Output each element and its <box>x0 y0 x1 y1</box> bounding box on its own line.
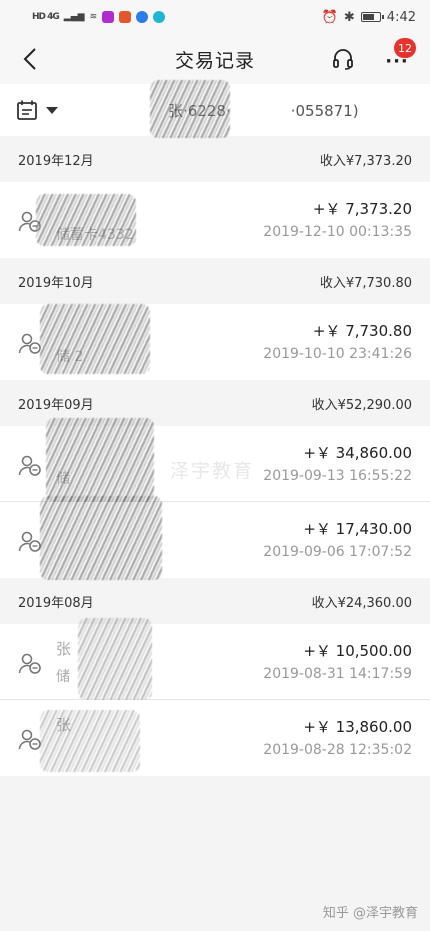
transaction-time: 2019-12-10 00:13:35 <box>263 224 412 240</box>
month-group: 2019年12月 收入¥7,373.20 储蓄卡4332 +￥ 7,373.20… <box>0 136 430 258</box>
month-total: 收入¥7,730.80 <box>319 275 412 291</box>
transaction-time: 2019-09-06 17:07:52 <box>263 544 412 560</box>
person-transfer-icon <box>18 653 41 674</box>
transaction-name: 张 <box>56 640 72 658</box>
transaction-amount: +￥ 13,860.00 <box>303 718 412 736</box>
person-transfer-icon <box>18 455 41 476</box>
month-label: 2019年12月 <box>18 153 94 169</box>
transaction-account: 储 2 <box>56 349 84 365</box>
transaction-amount: +￥ 10,500.00 <box>303 642 412 660</box>
person-transfer-icon <box>18 211 41 232</box>
transaction-row[interactable]: +￥ 17,430.00 2019-09-06 17:07:52 <box>0 496 430 580</box>
chevron-left-icon[interactable] <box>18 46 42 72</box>
page-title: 交易记录 <box>174 49 255 72</box>
transaction-time: 2019-10-10 23:41:26 <box>263 346 412 362</box>
wifi-icon: ≋ <box>89 12 98 22</box>
month-group: 2019年08月 收入¥24,360.00 张 储 +￥ 10,500.00 2… <box>0 578 430 776</box>
app-notification-icon <box>136 11 149 23</box>
month-total: 收入¥7,373.20 <box>319 153 412 169</box>
signal-icon: ▂▄▆ <box>63 12 85 22</box>
transaction-time: 2019-08-28 12:35:02 <box>263 742 412 758</box>
date-filter-button[interactable] <box>16 99 58 121</box>
app-notification-icon <box>153 11 166 23</box>
status-indicators: HD 4G ▂▄▆ ≋ <box>32 11 166 23</box>
month-header: 2019年08月 收入¥24,360.00 <box>0 578 430 624</box>
month-label: 2019年09月 <box>18 397 94 413</box>
person-transfer-icon <box>18 531 41 552</box>
transaction-amount: +￥ 7,730.80 <box>312 322 412 340</box>
transaction-time: 2019-09-13 16:55:22 <box>263 468 412 484</box>
redaction-scribble <box>40 710 140 772</box>
person-transfer-icon <box>18 729 41 750</box>
app-notification-icon <box>102 11 115 23</box>
month-header: 2019年09月 收入¥52,290.00 <box>0 380 430 426</box>
transaction-row[interactable]: 张 +￥ 13,860.00 2019-08-28 12:35:02 <box>0 700 430 776</box>
month-group: 2019年10月 收入¥7,730.80 储 2 +￥ 7,730.80 201… <box>0 258 430 380</box>
status-right: ⏰ ✱ 4:42 <box>322 10 416 25</box>
month-group: 2019年09月 收入¥52,290.00 储 +￥ 34,860.00 201… <box>0 380 430 580</box>
month-total: 收入¥24,360.00 <box>311 595 412 611</box>
transaction-name: 张 <box>56 716 72 734</box>
caret-down-icon <box>46 106 58 114</box>
bluetooth-icon: ✱ <box>343 9 355 25</box>
transaction-account: 储 <box>56 669 70 685</box>
status-time: 4:42 <box>386 9 416 25</box>
battery-icon <box>360 12 384 22</box>
nav-bar: 交易记录 ··· 12 <box>0 34 430 84</box>
network-indicator: HD 4G <box>32 12 60 22</box>
redaction-scribble <box>40 496 162 580</box>
transaction-row[interactable]: 储 +￥ 34,860.00 2019-09-13 16:55:22 <box>0 418 430 502</box>
transaction-amount: +￥ 17,430.00 <box>303 520 412 538</box>
status-bar: HD 4G ▂▄▆ ≋ ⏰ ✱ 4:42 <box>0 0 430 34</box>
headset-icon[interactable] <box>330 46 356 72</box>
app-notification-icon <box>119 11 132 23</box>
calendar-icon <box>17 100 37 120</box>
transaction-amount: +￥ 7,373.20 <box>312 200 412 218</box>
transaction-row[interactable]: 储蓄卡4332 +￥ 7,373.20 2019-12-10 00:13:35 <box>0 182 430 258</box>
month-label: 2019年08月 <box>18 595 94 611</box>
month-header: 2019年10月 收入¥7,730.80 <box>0 258 430 304</box>
month-header: 2019年12月 收入¥7,373.20 <box>0 136 430 182</box>
transaction-row[interactable]: 储 2 +￥ 7,730.80 2019-10-10 23:41:26 <box>0 304 430 380</box>
redaction-scribble <box>46 418 154 502</box>
month-total: 收入¥52,290.00 <box>311 397 412 413</box>
notification-badge: 12 <box>394 38 416 58</box>
account-selector[interactable]: 张·6228· ·055871) <box>168 100 359 121</box>
transaction-amount: +￥ 34,860.00 <box>303 444 412 462</box>
filter-bar: 张·6228· ·055871) <box>0 84 430 136</box>
alarm-icon: ⏰ <box>321 9 338 25</box>
transaction-row[interactable]: 张 储 +￥ 10,500.00 2019-08-31 14:17:59 <box>0 618 430 700</box>
transaction-time: 2019-08-31 14:17:59 <box>263 666 412 682</box>
watermark-credit: 知乎 @泽宇教育 <box>322 906 418 921</box>
redaction-scribble <box>78 618 152 700</box>
transaction-account: 储 <box>56 471 70 487</box>
transaction-account: 储蓄卡4332 <box>56 227 134 243</box>
person-transfer-icon <box>18 333 41 354</box>
month-label: 2019年10月 <box>18 275 94 291</box>
